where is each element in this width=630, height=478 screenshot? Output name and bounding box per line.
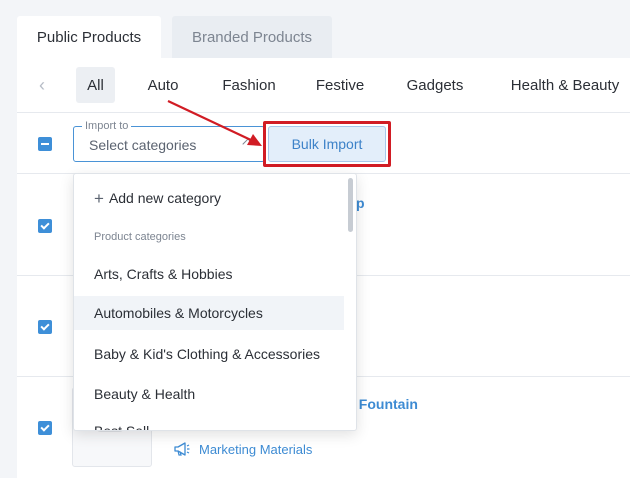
select-all-checkbox[interactable] (38, 137, 52, 151)
category-option[interactable]: Baby & Kid's Clothing & Accessories (74, 337, 344, 371)
marketing-materials-link[interactable]: Marketing Materials (173, 441, 312, 457)
row-checkbox[interactable] (38, 421, 52, 435)
category-dropdown: + Add new category Product categories Ar… (73, 173, 357, 431)
category-option[interactable]: Automobiles & Motorcycles (74, 296, 344, 330)
bulk-import-row: Import to Select categories Bulk Import (17, 114, 630, 174)
product-categories-heading: Product categories (94, 231, 186, 243)
add-new-category-label: Add new category (108, 190, 222, 206)
check-icon (40, 219, 50, 230)
check-icon (40, 421, 50, 432)
select-placeholder: Select categories (89, 137, 197, 153)
category-option[interactable]: Beauty & Health (74, 377, 344, 411)
check-icon (40, 320, 50, 331)
bulk-import-button[interactable]: Bulk Import (268, 126, 386, 162)
add-new-category-option[interactable]: + Add new category (74, 181, 344, 215)
minus-icon (41, 143, 49, 145)
select-legend: Import to (82, 119, 132, 133)
category-gadgets[interactable]: Gadgets (402, 67, 468, 103)
marketing-materials-label: Marketing Materials (199, 441, 313, 457)
product-title[interactable]: p (356, 195, 365, 211)
megaphone-icon (174, 442, 190, 456)
category-option[interactable]: Best Sell... (74, 423, 344, 430)
plus-icon: + (94, 188, 104, 208)
product-tabs: Public Products Branded Products (0, 0, 630, 58)
category-fashion[interactable]: Fashion (217, 67, 281, 103)
category-bar: ‹ All Auto Fashion Festive Gadgets Healt… (17, 58, 630, 113)
dropdown-scrollbar[interactable] (348, 178, 353, 232)
tab-public-products[interactable]: Public Products (17, 16, 161, 58)
chevron-up-icon (242, 138, 254, 150)
tab-branded-products[interactable]: Branded Products (172, 16, 332, 58)
row-checkbox[interactable] (38, 219, 52, 233)
category-auto[interactable]: Auto (141, 67, 185, 103)
import-category-select[interactable]: Import to Select categories (73, 119, 265, 162)
category-option[interactable]: Arts, Crafts & Hobbies (74, 257, 344, 291)
category-festive[interactable]: Festive (312, 67, 368, 103)
row-checkbox[interactable] (38, 320, 52, 334)
category-health-beauty[interactable]: Health & Beauty (503, 67, 627, 103)
chevron-left-icon[interactable]: ‹ (39, 75, 45, 96)
category-all[interactable]: All (76, 67, 115, 103)
